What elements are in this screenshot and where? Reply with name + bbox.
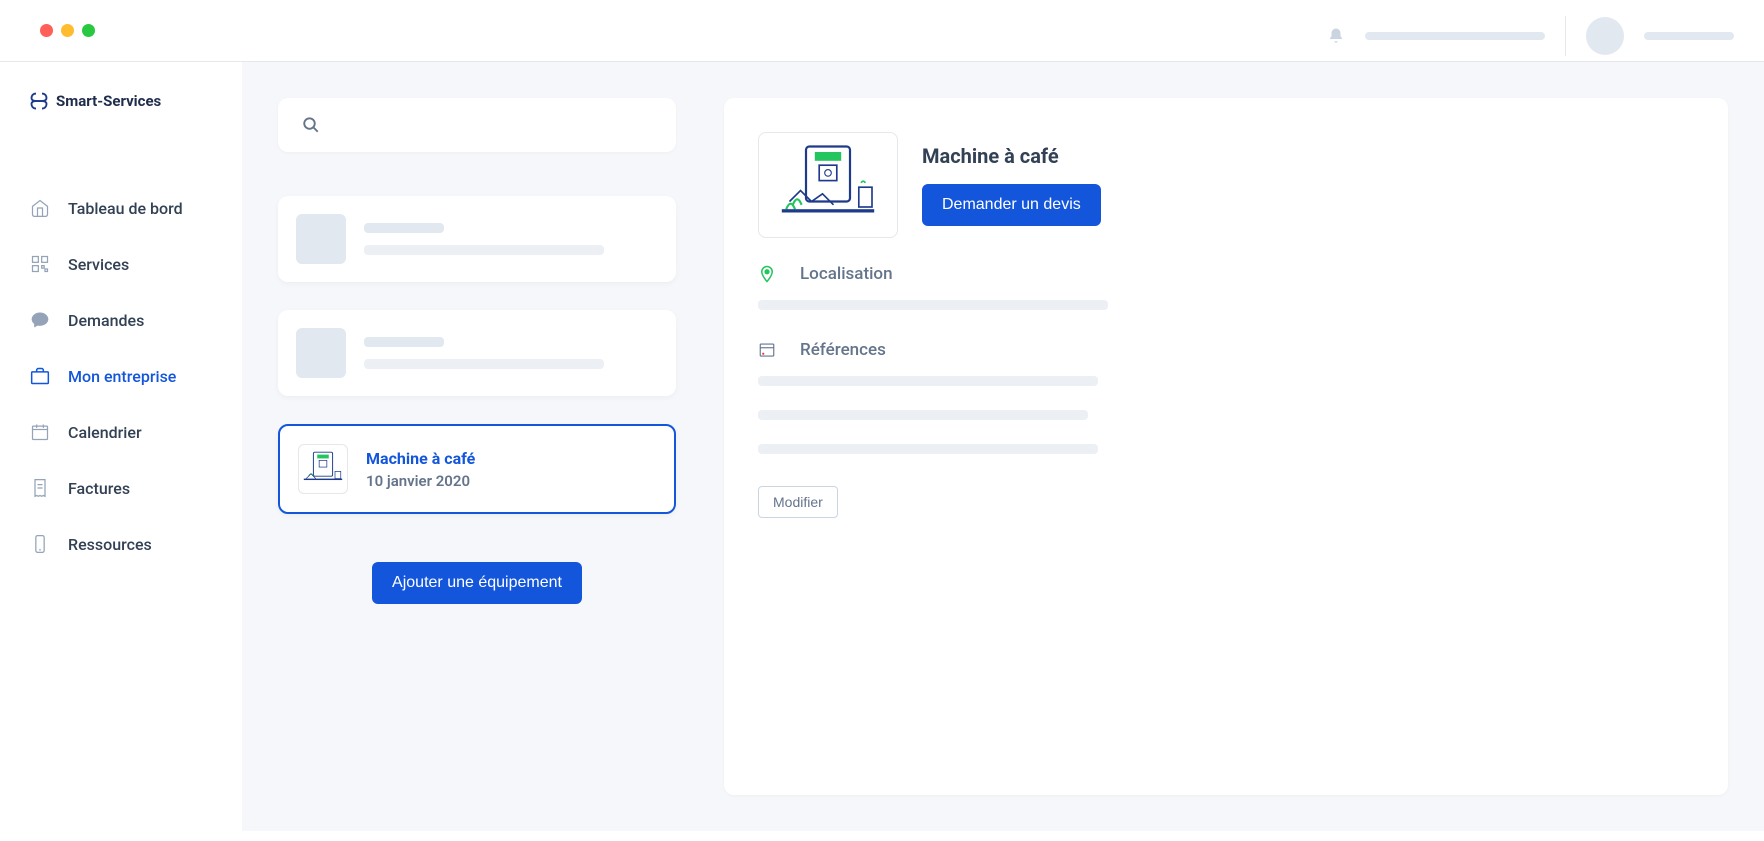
brand-icon [30,92,48,110]
sidebar-item-factures[interactable]: Factures [0,460,242,516]
thumbnail-placeholder [296,214,346,264]
main-content: Machine à café 10 janvier 2020 Ajouter u… [242,62,1764,831]
skeleton-line [758,376,1098,386]
qr-icon [30,254,50,274]
detail-title: Machine à café [922,144,1101,168]
equipment-card-skeleton[interactable] [278,196,676,282]
coffee-machine-icon [767,141,889,229]
request-quote-button[interactable]: Demander un devis [922,184,1101,226]
skeleton-line [364,337,444,347]
separator [1565,16,1566,56]
edit-button[interactable]: Modifier [758,486,838,518]
equipment-date: 10 janvier 2020 [366,472,656,490]
equipment-card-selected[interactable]: Machine à café 10 janvier 2020 [278,424,676,514]
receipt-icon [30,478,50,498]
equipment-card-skeleton[interactable] [278,310,676,396]
pin-icon [758,265,776,283]
location-label: Localisation [800,264,893,284]
thumbnail-coffee [298,444,348,494]
equipment-detail-panel: Machine à café Demander un devis Localis… [724,98,1728,795]
equipment-title: Machine à café [366,449,656,468]
sidebar-item-calendrier[interactable]: Calendrier [0,404,242,460]
equipment-list-panel: Machine à café 10 janvier 2020 Ajouter u… [278,98,676,795]
coffee-machine-icon [299,445,347,493]
chat-icon [30,310,50,330]
sidebar-item-mon-entreprise[interactable]: Mon entreprise [0,348,242,404]
bell-icon[interactable] [1327,27,1345,45]
window-icon [758,341,776,359]
sidebar-item-services[interactable]: Services [0,236,242,292]
sidebar-item-label: Demandes [68,311,144,330]
avatar[interactable] [1586,17,1624,55]
skeleton-line [758,444,1098,454]
skeleton-line [758,300,1108,310]
sidebar-item-ressources[interactable]: Ressources [0,516,242,572]
sidebar-nav: Tableau de bord Services Demandes Mon en… [0,140,242,572]
topbar [1297,0,1764,72]
username-placeholder [1644,32,1734,40]
window-close-dot[interactable] [40,24,53,37]
skeleton-line [364,223,444,233]
sidebar-item-label: Mon entreprise [68,367,176,386]
window-maximize-dot[interactable] [82,24,95,37]
skeleton-line [758,410,1088,420]
sidebar-item-label: Calendrier [68,423,142,442]
skeleton-line [364,245,604,255]
add-equipment-button[interactable]: Ajouter une équipement [372,562,582,604]
search-icon [302,116,320,134]
detail-image [758,132,898,238]
sidebar-item-label: Ressources [68,535,152,554]
calendar-icon [30,422,50,442]
sidebar: Smart-Services Tableau de bord Services [0,62,242,831]
home-icon [30,198,50,218]
brand-logo[interactable]: Smart-Services [0,92,242,140]
brand-text: Smart-Services [56,92,161,110]
window-minimize-dot[interactable] [61,24,74,37]
sidebar-item-label: Tableau de bord [68,199,183,218]
sidebar-item-dashboard[interactable]: Tableau de bord [0,180,242,236]
skeleton-line [364,359,604,369]
sidebar-item-demandes[interactable]: Demandes [0,292,242,348]
thumbnail-placeholder [296,328,346,378]
notification-placeholder [1365,32,1545,40]
phone-icon [30,534,50,554]
sidebar-item-label: Services [68,255,129,274]
references-label: Références [800,340,886,360]
briefcase-icon [30,366,50,386]
sidebar-item-label: Factures [68,479,130,498]
search-input[interactable] [278,98,676,152]
